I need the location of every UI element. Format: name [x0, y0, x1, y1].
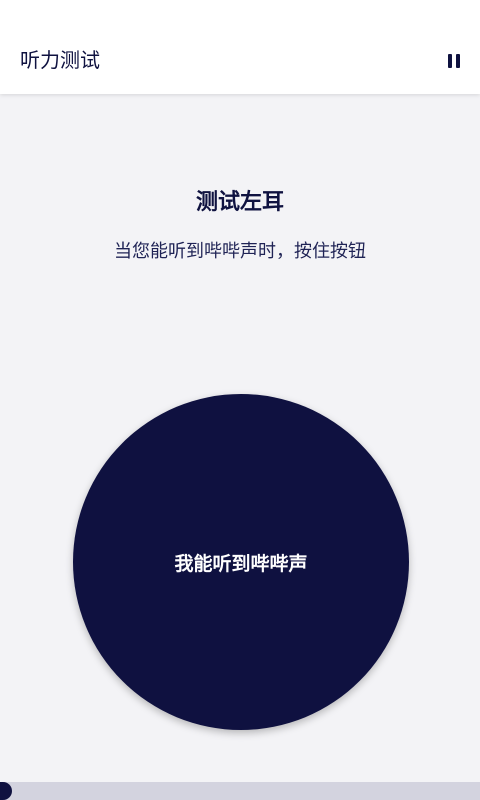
pause-button[interactable] — [440, 48, 468, 74]
pause-icon — [448, 54, 452, 68]
test-heading: 测试左耳 — [195, 190, 284, 215]
hear-beep-button-label: 我能听到哔哔声 — [174, 552, 308, 575]
progress-bar — [0, 782, 480, 800]
hear-beep-button[interactable]: 我能听到哔哔声 — [73, 394, 409, 730]
pause-icon-bar — [456, 54, 460, 68]
test-instruction: 当您能听到哔哔声时，按住按钮 — [114, 241, 366, 262]
progress-fill — [0, 782, 12, 800]
app-bar: 听力测试 — [0, 0, 480, 94]
app-title: 听力测试 — [20, 48, 100, 72]
